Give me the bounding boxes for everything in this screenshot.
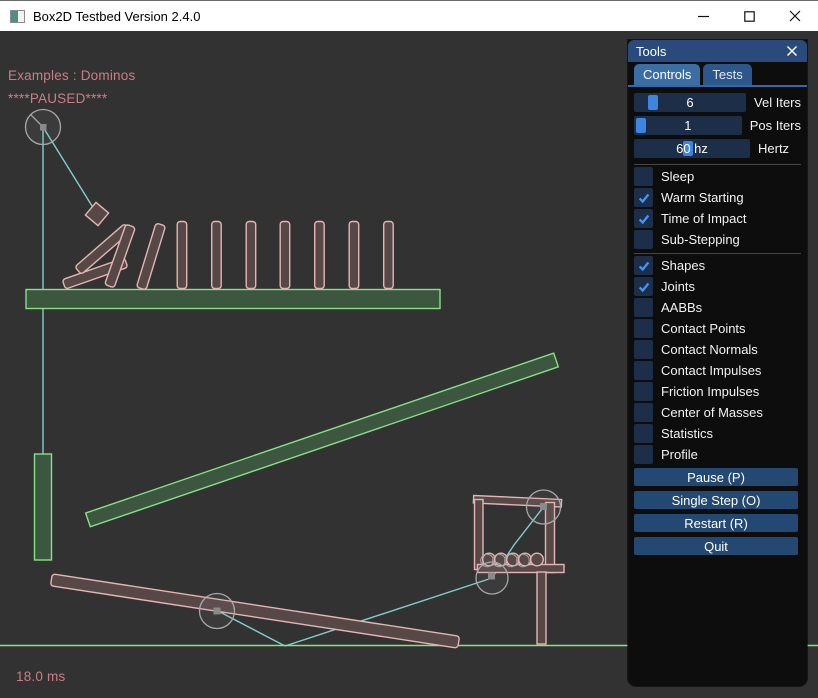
window-title: Box2D Testbed Version 2.4.0 xyxy=(33,9,200,24)
close-button[interactable] xyxy=(772,1,818,31)
checkbox-aabbs[interactable]: AABBs xyxy=(634,298,801,317)
app-icon xyxy=(10,10,25,23)
domino xyxy=(136,223,165,290)
window-titlebar[interactable]: Box2D Testbed Version 2.4.0 xyxy=(0,0,818,31)
vel-iters-value: 6 xyxy=(634,93,746,112)
quit-button[interactable]: Quit xyxy=(634,537,798,555)
domino xyxy=(315,222,325,289)
tab-controls[interactable]: Controls xyxy=(634,64,700,85)
checkbox-center-of-masses[interactable]: Center of Masses xyxy=(634,403,801,422)
checkbox-contact-normals[interactable]: Contact Normals xyxy=(634,340,801,359)
hertz-value: 60 hz xyxy=(634,139,750,158)
separator xyxy=(634,164,801,165)
domino xyxy=(177,222,187,289)
pos-iters-slider[interactable]: 1 xyxy=(634,116,742,135)
domino xyxy=(246,222,256,289)
panel-tabbar: Controls Tests xyxy=(628,62,807,87)
checkbox-warm-starting[interactable]: Warm Starting xyxy=(634,188,801,207)
vel-iters-slider[interactable]: 6 xyxy=(634,93,746,112)
maximize-button[interactable] xyxy=(726,1,772,31)
pendulum-box xyxy=(85,202,108,225)
domino xyxy=(384,222,394,289)
domino-platform xyxy=(26,290,440,309)
pos-iters-label: Pos Iters xyxy=(750,118,801,133)
domino xyxy=(349,222,359,289)
hertz-label: Hertz xyxy=(758,141,789,156)
joint-anchors xyxy=(40,124,547,615)
restart-button[interactable]: Restart (R) xyxy=(634,514,798,532)
checkbox-statistics[interactable]: Statistics xyxy=(634,424,801,443)
hertz-slider[interactable]: 60 hz xyxy=(634,139,750,158)
vel-iters-label: Vel Iters xyxy=(754,95,801,110)
checkbox-sleep[interactable]: Sleep xyxy=(634,167,801,186)
paused-label: ****PAUSED**** xyxy=(8,91,107,106)
checkbox-contact-impulses[interactable]: Contact Impulses xyxy=(634,361,801,380)
checkbox-time-of-impact[interactable]: Time of Impact xyxy=(634,209,801,228)
vertical-block xyxy=(35,454,52,560)
frame-left-post xyxy=(475,500,484,570)
tools-panel-header[interactable]: Tools xyxy=(628,40,807,62)
checkbox-contact-points[interactable]: Contact Points xyxy=(634,319,801,338)
tools-panel-title: Tools xyxy=(636,44,666,59)
checkbox-profile[interactable]: Profile xyxy=(634,445,801,464)
shelf-ball xyxy=(531,553,544,566)
single-step-button[interactable]: Single Step (O) xyxy=(634,491,798,509)
app-client-area: Examples : Dominos ****PAUSED**** 18.0 m… xyxy=(0,31,818,698)
checkbox-joints[interactable]: Joints xyxy=(634,277,801,296)
panel-close-icon[interactable] xyxy=(784,44,799,59)
minimize-button[interactable] xyxy=(680,1,726,31)
tools-panel: Tools Controls Tests 6 Vel Iters 1 xyxy=(628,40,807,686)
domino xyxy=(280,222,290,289)
checkbox-sub-stepping[interactable]: Sub-Stepping xyxy=(634,230,801,249)
pos-iters-value: 1 xyxy=(634,116,742,135)
frame-lower-post xyxy=(537,572,546,644)
frame-time-label: 18.0 ms xyxy=(16,669,65,684)
checkbox-shapes[interactable]: Shapes xyxy=(634,256,801,275)
seesaw-plank xyxy=(50,574,459,648)
checkbox-friction-impulses[interactable]: Friction Impulses xyxy=(634,382,801,401)
tab-tests[interactable]: Tests xyxy=(703,64,751,85)
pause-button[interactable]: Pause (P) xyxy=(634,468,798,486)
separator xyxy=(634,253,801,254)
domino xyxy=(212,222,222,289)
example-label: Examples : Dominos xyxy=(8,68,135,83)
